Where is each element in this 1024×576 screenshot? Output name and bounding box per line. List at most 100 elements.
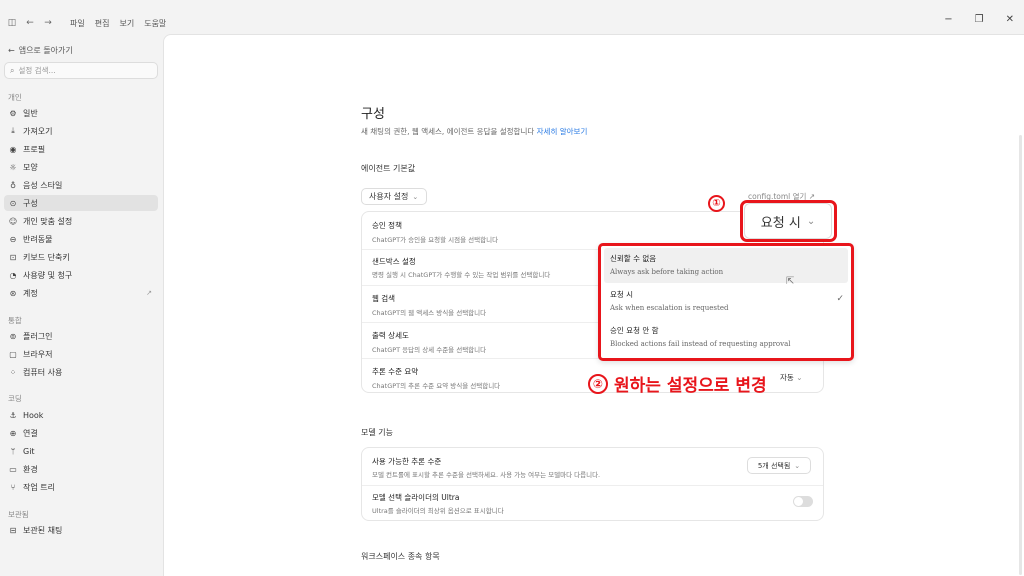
minimize-icon[interactable]: − (944, 14, 952, 25)
keyboard-icon: ⊡ (9, 252, 17, 262)
sidebar-item-label: 음성 스타일 (23, 180, 63, 190)
sidebar-item-keyboard[interactable]: ⊡ 키보드 단축키 (4, 249, 158, 265)
model-features-heading: 모델 기능 (361, 428, 393, 437)
option-untrusted[interactable]: 신뢰할 수 없음 Always ask before taking action (604, 248, 848, 283)
browser-icon: ▢ (9, 349, 17, 359)
mouse-cursor-icon: ⇱ (786, 276, 795, 287)
section-personal: 개인 (8, 93, 22, 102)
menu-file[interactable]: 파일 (70, 18, 85, 29)
menu-help[interactable]: 도움말 (144, 18, 166, 29)
sidebar-toggle-icon[interactable]: ◫ (6, 17, 18, 29)
usage-icon: ◔ (9, 270, 17, 280)
menu-view[interactable]: 보기 (119, 18, 134, 29)
reasoning-summary-select[interactable]: 자동 ⌄ (780, 372, 803, 383)
sidebar-item-appearance[interactable]: ☼ 모양 (4, 159, 158, 175)
sidebar-item-label: 컴퓨터 사용 (23, 367, 63, 377)
scope-dropdown-value: 사용자 설정 (369, 192, 409, 201)
sidebar-item-voice-style[interactable]: ♁ 음성 스타일 (4, 177, 158, 193)
ultra-slider-toggle[interactable] (793, 496, 813, 507)
sidebar-item-usage[interactable]: ◔ 사용량 및 청구 (4, 267, 158, 283)
chevron-down-icon: ⌄ (794, 461, 801, 470)
plugin-icon: ⊚ (9, 331, 17, 341)
scrollbar[interactable] (1019, 135, 1022, 575)
sidebar-item-worktree[interactable]: ⑂ 작업 트리 (4, 479, 158, 495)
personalize-icon: ☺ (8, 216, 18, 226)
close-icon[interactable]: ✕ (1006, 14, 1014, 25)
approval-policy-desc: ChatGPT가 승인을 요청할 시점을 선택합니다 (372, 236, 499, 244)
sidebar-item-profile[interactable]: ◉ 프로필 (4, 141, 158, 157)
output-verbosity-desc: ChatGPT 응답의 상세 수준을 선택합니다 (372, 346, 487, 354)
workspace-dependencies-heading: 워크스페이스 종속 항목 (361, 552, 440, 561)
sidebar-item-pets[interactable]: ⊖ 반려동물 (4, 231, 158, 247)
reasoning-levels-title: 사용 가능한 추론 수준 (372, 457, 442, 466)
sidebar-item-personalize[interactable]: ☺ 개인 맞춤 설정 (4, 213, 158, 229)
user-icon: ◉ (9, 144, 17, 154)
section-integration: 통합 (8, 316, 22, 325)
back-to-app-link[interactable]: ← 앱으로 돌아가기 (8, 45, 73, 56)
sidebar-item-account[interactable]: ⊛ 계정 ↗ (4, 285, 158, 301)
mic-icon: ♁ (10, 180, 16, 190)
approval-policy-select[interactable]: 요청 시 ⌄ (744, 203, 832, 239)
sidebar-item-label: 연결 (23, 428, 38, 438)
restore-icon[interactable]: ❐ (975, 14, 984, 25)
sidebar-item-label: 플러그인 (23, 331, 53, 341)
option-never[interactable]: 승인 요청 안 함 Blocked actions fail instead o… (604, 320, 848, 355)
forward-arrow-icon[interactable]: → (42, 17, 54, 29)
sidebar-item-label: 보관된 채팅 (23, 525, 63, 535)
arrow-left-icon: ← (8, 46, 15, 55)
option-on-request[interactable]: 요청 시 Ask when escalation is requested ✓ (604, 284, 848, 319)
sidebar-item-label: 환경 (23, 464, 38, 474)
annotation-step-2-number: ② (588, 373, 608, 394)
sidebar-item-label: 가져오기 (23, 126, 53, 136)
back-arrow-icon[interactable]: ← (24, 17, 36, 29)
sidebar-item-environment[interactable]: ▭ 환경 (4, 461, 158, 477)
output-verbosity-title: 출력 상세도 (372, 331, 409, 340)
sidebar-item-label: Git (23, 446, 35, 456)
monitor-icon: ▭ (9, 464, 17, 474)
sidebar-item-browser[interactable]: ▢ 브라우저 (4, 346, 158, 362)
agent-defaults-heading: 에이전트 기본값 (361, 164, 416, 173)
model-features-card: 사용 가능한 추론 수준 모델 컨트롤에 표시할 추론 수준을 선택하세요. 사… (361, 447, 824, 521)
annotation-step-2-text: 원하는 설정으로 변경 (614, 376, 767, 396)
annotation-step-1: ① (708, 195, 725, 212)
settings-sidebar: ← 앱으로 돌아가기 ⌕ 개인 ⚙ 일반 ⤓ 가져오기 ◉ 프로필 ☼ 모양 ♁ 음성 스… (0, 40, 163, 576)
learn-more-link[interactable]: 자세히 알아보기 (537, 127, 588, 136)
option-desc: Always ask before taking action (610, 268, 724, 276)
sidebar-item-general[interactable]: ⚙ 일반 (4, 105, 158, 121)
sidebar-item-label: 구성 (23, 198, 38, 208)
scope-dropdown[interactable]: 사용자 설정 ⌄ (361, 188, 427, 205)
archive-icon: ⊟ (9, 525, 17, 535)
sidebar-item-hook[interactable]: ⚓ Hook (4, 407, 158, 423)
reasoning-levels-select[interactable]: 5개 선택됨 ⌄ (747, 457, 811, 474)
sidebar-item-computer-use[interactable]: ⁘ 컴퓨터 사용 (4, 364, 158, 380)
page-title: 구성 (361, 107, 385, 122)
computer-use-icon: ⁘ (9, 367, 17, 377)
menu-edit[interactable]: 편집 (95, 18, 110, 29)
gear-icon: ⚙ (9, 108, 17, 118)
approval-policy-dropdown: 신뢰할 수 없음 Always ask before taking action… (598, 243, 854, 361)
sidebar-item-label: 키보드 단축키 (23, 252, 70, 262)
sidebar-item-config[interactable]: ⊙ 구성 (4, 195, 158, 211)
annotation-step-2: ② 원하는 설정으로 변경 (588, 371, 767, 396)
sidebar-item-git[interactable]: ᛘ Git (4, 443, 158, 459)
search-icon: ⌕ (10, 65, 15, 75)
sidebar-item-label: 사용량 및 청구 (23, 270, 73, 280)
settings-search[interactable]: ⌕ (4, 62, 158, 79)
section-archive: 보관됨 (8, 510, 29, 519)
sidebar-item-archived-chats[interactable]: ⊟ 보관된 채팅 (4, 522, 158, 538)
ultra-slider-title: 모델 선택 슬라이더의 Ultra (372, 493, 460, 502)
sidebar-item-label: 작업 트리 (23, 482, 55, 492)
option-desc: Blocked actions fail instead of requesti… (610, 340, 791, 348)
back-to-app-label: 앱으로 돌아가기 (18, 46, 73, 55)
globe-icon: ⊕ (9, 428, 17, 438)
option-desc: Ask when escalation is requested (610, 304, 729, 312)
hook-icon: ⚓ (9, 410, 17, 420)
approval-policy-title: 승인 정책 (372, 221, 402, 230)
reasoning-summary-title: 추론 수준 요약 (372, 367, 419, 376)
section-coding: 코딩 (8, 394, 22, 403)
sidebar-item-plugins[interactable]: ⊚ 플러그인 (4, 328, 158, 344)
settings-search-input[interactable] (18, 66, 139, 75)
sidebar-item-connect[interactable]: ⊕ 연결 (4, 425, 158, 441)
worktree-icon: ⑂ (10, 482, 16, 492)
sidebar-item-import[interactable]: ⤓ 가져오기 (4, 123, 158, 139)
